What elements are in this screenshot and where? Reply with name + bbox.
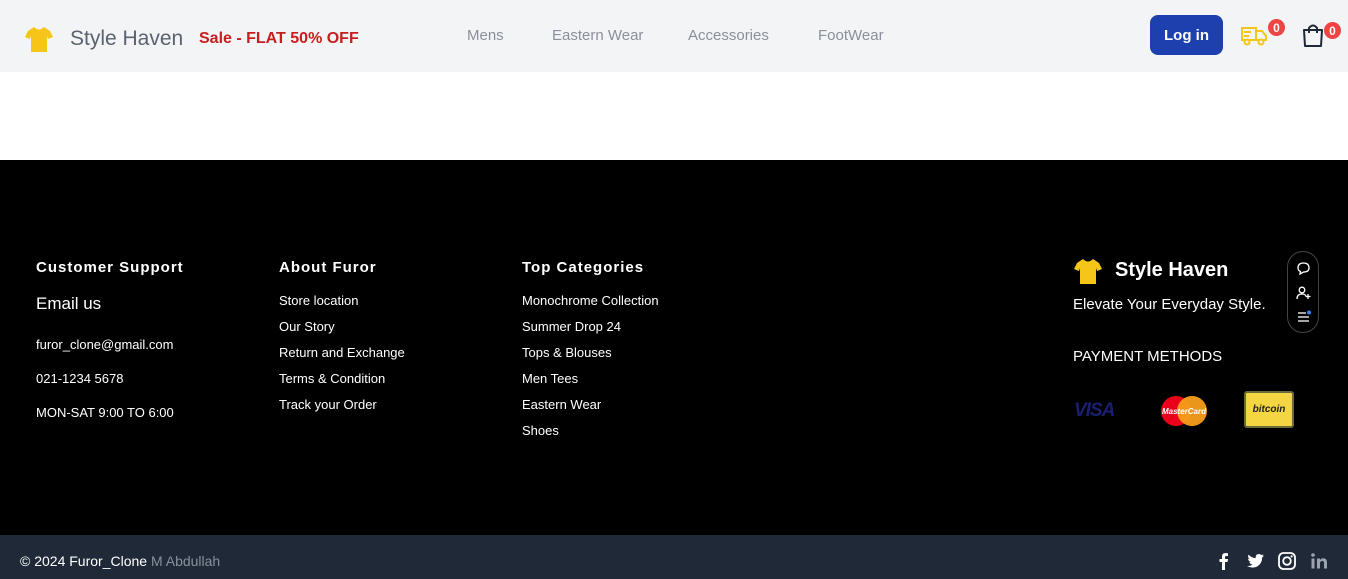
instagram-icon[interactable]	[1277, 551, 1297, 571]
list-icon[interactable]	[1296, 309, 1311, 324]
category-link-men-tees[interactable]: Men Tees	[522, 371, 578, 386]
mastercard-label: MasterCard	[1162, 407, 1207, 416]
payment-methods-heading: PAYMENT METHODS	[1073, 348, 1223, 365]
footer: Customer Support Email us furor_clone@gm…	[0, 160, 1348, 535]
category-link-shoes[interactable]: Shoes	[522, 423, 559, 438]
tshirt-icon	[1074, 259, 1102, 284]
nav-footwear[interactable]: FootWear	[818, 27, 884, 44]
mastercard-logo: MasterCard	[1161, 396, 1207, 426]
footer-link-return-exchange[interactable]: Return and Exchange	[279, 345, 405, 360]
linkedin-icon[interactable]	[1309, 551, 1329, 571]
floating-action-widget	[1287, 251, 1319, 333]
chat-icon[interactable]	[1296, 261, 1311, 276]
footer-link-terms[interactable]: Terms & Condition	[279, 371, 385, 386]
bitcoin-label: bitcoin	[1252, 404, 1286, 415]
twitter-icon[interactable]	[1245, 551, 1265, 571]
copyright-text: © 2024 Furor_Clone M Abdullah	[20, 553, 220, 569]
truck-count-badge: 0	[1268, 19, 1285, 36]
cart-count-badge: 0	[1324, 22, 1341, 39]
support-hours: MON-SAT 9:00 TO 6:00	[36, 405, 174, 420]
copyright-label: © 2024 Furor_Clone	[20, 553, 148, 569]
category-link-summer-drop[interactable]: Summer Drop 24	[522, 319, 621, 334]
login-button[interactable]: Log in	[1150, 15, 1223, 55]
facebook-icon[interactable]	[1214, 551, 1234, 571]
visa-logo: VISA	[1074, 400, 1115, 421]
nav-mens[interactable]: Mens	[467, 27, 504, 44]
support-email[interactable]: furor_clone@gmail.com	[36, 337, 173, 352]
support-phone[interactable]: 021-1234 5678	[36, 371, 123, 386]
footer-link-store-location[interactable]: Store location	[279, 293, 359, 308]
brand-tagline: Elevate Your Everyday Style.	[1073, 296, 1266, 313]
footer-link-track-order[interactable]: Track your Order	[279, 397, 377, 412]
footer-brand-name: Style Haven	[1115, 259, 1229, 281]
cart-icon[interactable]	[1301, 22, 1325, 48]
top-navbar: Style Haven Sale - FLAT 50% OFF Mens Eas…	[0, 0, 1348, 72]
about-heading: About Furor	[279, 259, 377, 276]
brand-name[interactable]: Style Haven	[70, 27, 183, 51]
add-user-icon[interactable]	[1296, 285, 1311, 300]
email-us-heading: Email us	[36, 294, 102, 313]
category-link-monochrome[interactable]: Monochrome Collection	[522, 293, 659, 308]
category-link-tops-blouses[interactable]: Tops & Blouses	[522, 345, 612, 360]
category-link-eastern-wear[interactable]: Eastern Wear	[522, 397, 601, 412]
author-name[interactable]: M Abdullah	[151, 553, 220, 569]
copyright-bar: © 2024 Furor_Clone M Abdullah	[0, 535, 1348, 579]
tshirt-icon[interactable]	[24, 24, 54, 54]
nav-accessories[interactable]: Accessories	[688, 27, 769, 44]
bitcoin-logo: bitcoin	[1244, 391, 1294, 428]
customer-support-heading: Customer Support	[36, 259, 184, 276]
sale-banner: Sale - FLAT 50% OFF	[199, 30, 359, 47]
footer-link-our-story[interactable]: Our Story	[279, 319, 335, 334]
truck-icon[interactable]	[1240, 22, 1268, 48]
top-categories-heading: Top Categories	[522, 259, 645, 276]
nav-eastern-wear[interactable]: Eastern Wear	[552, 27, 643, 44]
